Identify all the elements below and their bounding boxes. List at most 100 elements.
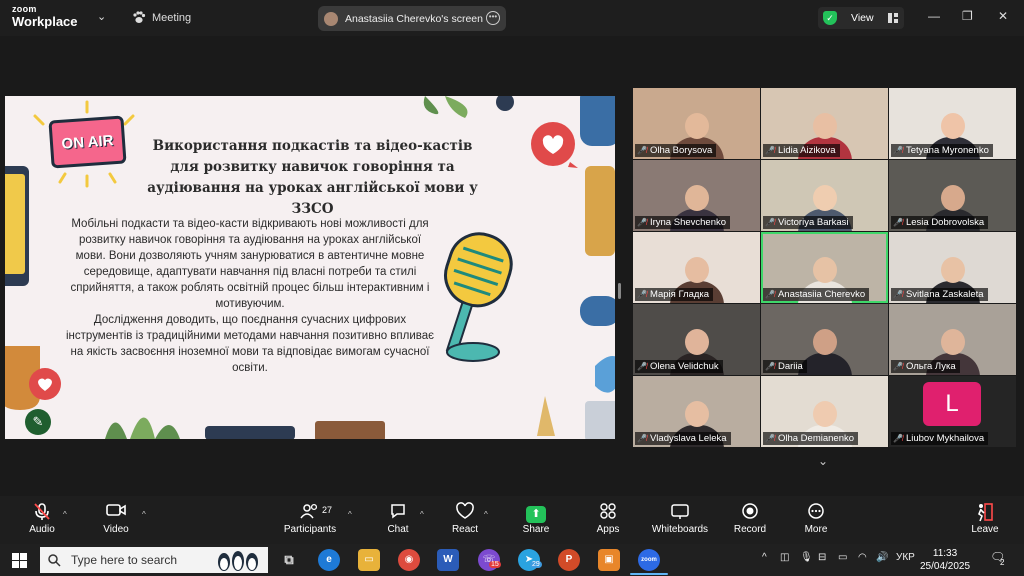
- participant-tile[interactable]: 🎤̸ Марія Гладка: [633, 232, 760, 303]
- notifications-count: 2: [1000, 558, 1005, 567]
- react-caret-icon[interactable]: ^: [484, 510, 488, 519]
- slide-title: Використання подкастів та відео-кастів д…: [147, 138, 478, 217]
- grid-view-icon: [887, 13, 898, 23]
- chat-caret-icon[interactable]: ^: [420, 510, 424, 519]
- tray-mic-icon[interactable]: 🎙: [800, 552, 813, 563]
- word-icon[interactable]: W: [437, 549, 459, 571]
- video-caret-icon[interactable]: ^: [142, 510, 146, 519]
- participant-tile[interactable]: 🎤̸ Anastasiia Cherevko: [761, 232, 888, 303]
- tray-overflow-icon[interactable]: ^: [762, 552, 767, 563]
- participant-nameplate: 🎤̸ Vladyslava Leleka: [635, 432, 731, 445]
- search-icon: [48, 553, 61, 567]
- participant-nameplate: 🎤̸ Марія Гладка: [635, 288, 714, 301]
- clock[interactable]: 11:33 25/04/2025: [920, 547, 970, 573]
- tray-app-icon[interactable]: ◫: [780, 552, 789, 563]
- camera-icon: [86, 502, 146, 524]
- battery-icon[interactable]: ▭: [838, 552, 847, 563]
- record-label: Record: [733, 524, 767, 535]
- restore-button[interactable]: ❐: [962, 9, 973, 23]
- tray-usb-icon[interactable]: ⊟: [818, 552, 826, 563]
- wifi-icon[interactable]: ◠: [858, 552, 867, 563]
- chrome-icon[interactable]: ◉: [398, 549, 420, 571]
- whiteboards-button[interactable]: Whiteboards: [647, 502, 713, 535]
- more-options-icon[interactable]: •••: [486, 11, 500, 25]
- chevron-down-icon[interactable]: ⌄: [818, 454, 828, 468]
- participant-tile[interactable]: 🎤̸ Victoriya Barkasi: [761, 160, 888, 231]
- mic-off-icon: 🎤̸: [893, 146, 903, 155]
- mic-off-icon: 🎤̸: [637, 290, 647, 299]
- leave-door-icon: [955, 502, 1015, 524]
- chevron-down-icon[interactable]: ⌄: [97, 10, 106, 23]
- chat-button[interactable]: Chat: [368, 502, 428, 535]
- participant-tile[interactable]: 🎤̸ Olena Velidchuk: [633, 304, 760, 375]
- view-button[interactable]: ✓ View: [818, 7, 904, 29]
- participant-name: Victoriya Barkasi: [777, 217, 849, 228]
- edge-icon[interactable]: e: [318, 549, 340, 571]
- participant-tile[interactable]: 🎤̸ Tetyana Myronenko: [889, 88, 1016, 159]
- windows-start-icon[interactable]: [12, 553, 27, 568]
- annotate-pencil-icon[interactable]: ✎: [25, 409, 51, 435]
- office-app-icon[interactable]: ▣: [598, 549, 620, 571]
- participant-tile[interactable]: 🎤̸ Vladyslava Leleka: [633, 376, 760, 447]
- mic-off-icon: 🎤̸: [893, 362, 903, 371]
- split-handle[interactable]: [618, 283, 621, 299]
- volume-icon[interactable]: 🔊: [876, 552, 888, 563]
- apps-icon: [578, 502, 638, 524]
- participant-name: Vladyslava Leleka: [649, 433, 727, 444]
- participant-nameplate: 🎤̸ Olha Demianenko: [763, 432, 859, 445]
- participant-name: Марія Гладка: [649, 289, 710, 300]
- zoom-logo[interactable]: zoom Workplace: [12, 5, 78, 29]
- mic-off-icon: 🎤̸: [893, 290, 903, 299]
- task-view-icon[interactable]: ⧉: [278, 549, 300, 571]
- meeting-menu[interactable]: Meeting: [132, 11, 191, 24]
- slide-body: Мобільні подкасти та відео-касти відкрив…: [65, 216, 435, 376]
- brand-large: Workplace: [12, 14, 78, 29]
- mic-off-icon: 🎤̸: [637, 434, 647, 443]
- apps-button[interactable]: Apps: [578, 502, 638, 535]
- participant-nameplate: 🎤̸ Svitlana Zaskaleta: [891, 288, 988, 301]
- title-bar: zoom Workplace ⌄ Meeting Anastasiia Cher…: [0, 0, 1024, 36]
- time: 11:33: [932, 548, 958, 559]
- participant-tile[interactable]: 🎤̸ Lidia Aizikova: [761, 88, 888, 159]
- zoom-app-icon[interactable]: zoom: [638, 549, 660, 571]
- taskbar-search[interactable]: Type here to search: [40, 547, 268, 573]
- screen-share-indicator[interactable]: Anastasiia Cherevko's screen •••: [318, 6, 506, 31]
- more-label: More: [804, 524, 828, 535]
- date: 25/04/2025: [920, 561, 971, 572]
- chat-label: Chat: [387, 524, 409, 535]
- participant-name: Olena Velidchuk: [649, 361, 719, 372]
- share-button[interactable]: ⬆ Share: [506, 502, 566, 535]
- leave-button[interactable]: Leave: [955, 502, 1015, 535]
- mic-off-icon: 🎤̸: [765, 362, 775, 371]
- mic-off-icon: 🎤̸: [765, 218, 775, 227]
- minimize-button[interactable]: —: [928, 9, 940, 23]
- slide-paragraph-1: Мобільні подкасти та відео-касти відкрив…: [70, 218, 430, 310]
- participant-name: Svitlana Zaskaleta: [905, 289, 984, 300]
- participant-tile[interactable]: 🎤̸ Olha Borysova: [633, 88, 760, 159]
- file-explorer-icon[interactable]: ▭: [358, 549, 380, 571]
- audio-caret-icon[interactable]: ^: [63, 510, 67, 519]
- close-button[interactable]: ✕: [998, 9, 1008, 23]
- participant-tile[interactable]: 🎤̸ Lesia Dobrovolska: [889, 160, 1016, 231]
- participant-tile[interactable]: 🎤̸ Iryna Shevchenko: [633, 160, 760, 231]
- record-button[interactable]: Record: [720, 502, 780, 535]
- participant-tile[interactable]: L 🎤̸ Liubov Mykhailova: [889, 376, 1016, 447]
- shared-screen[interactable]: ON AIR Використання подкастів та відео-к…: [5, 96, 615, 439]
- more-button[interactable]: More: [786, 502, 846, 535]
- participant-nameplate: 🎤̸ Tetyana Myronenko: [891, 144, 993, 157]
- participant-tile[interactable]: 🎤̸ Ольга Лука: [889, 304, 1016, 375]
- powerpoint-icon[interactable]: P: [558, 549, 580, 571]
- participant-name: Ольга Лука: [905, 361, 956, 372]
- windows-taskbar: Type here to search ⧉ e ▭ ◉ W ☏ 15 ➤ 29 …: [0, 544, 1024, 576]
- participant-tile[interactable]: 🎤̸ Olha Demianenko: [761, 376, 888, 447]
- participant-nameplate: 🎤̸ Victoriya Barkasi: [763, 216, 853, 229]
- mic-off-icon: 🎤̸: [637, 146, 647, 155]
- language-indicator[interactable]: УКР: [896, 552, 915, 563]
- audio-label: Audio: [29, 524, 55, 535]
- participant-tile[interactable]: 🎤̸ Svitlana Zaskaleta: [889, 232, 1016, 303]
- participant-tile[interactable]: 🎤̸ Dariia: [761, 304, 888, 375]
- participants-caret-icon[interactable]: ^: [348, 510, 352, 519]
- presenter-avatar: [324, 11, 338, 26]
- video-button[interactable]: Video: [86, 502, 146, 535]
- participant-nameplate: 🎤̸ Ольга Лука: [891, 360, 960, 373]
